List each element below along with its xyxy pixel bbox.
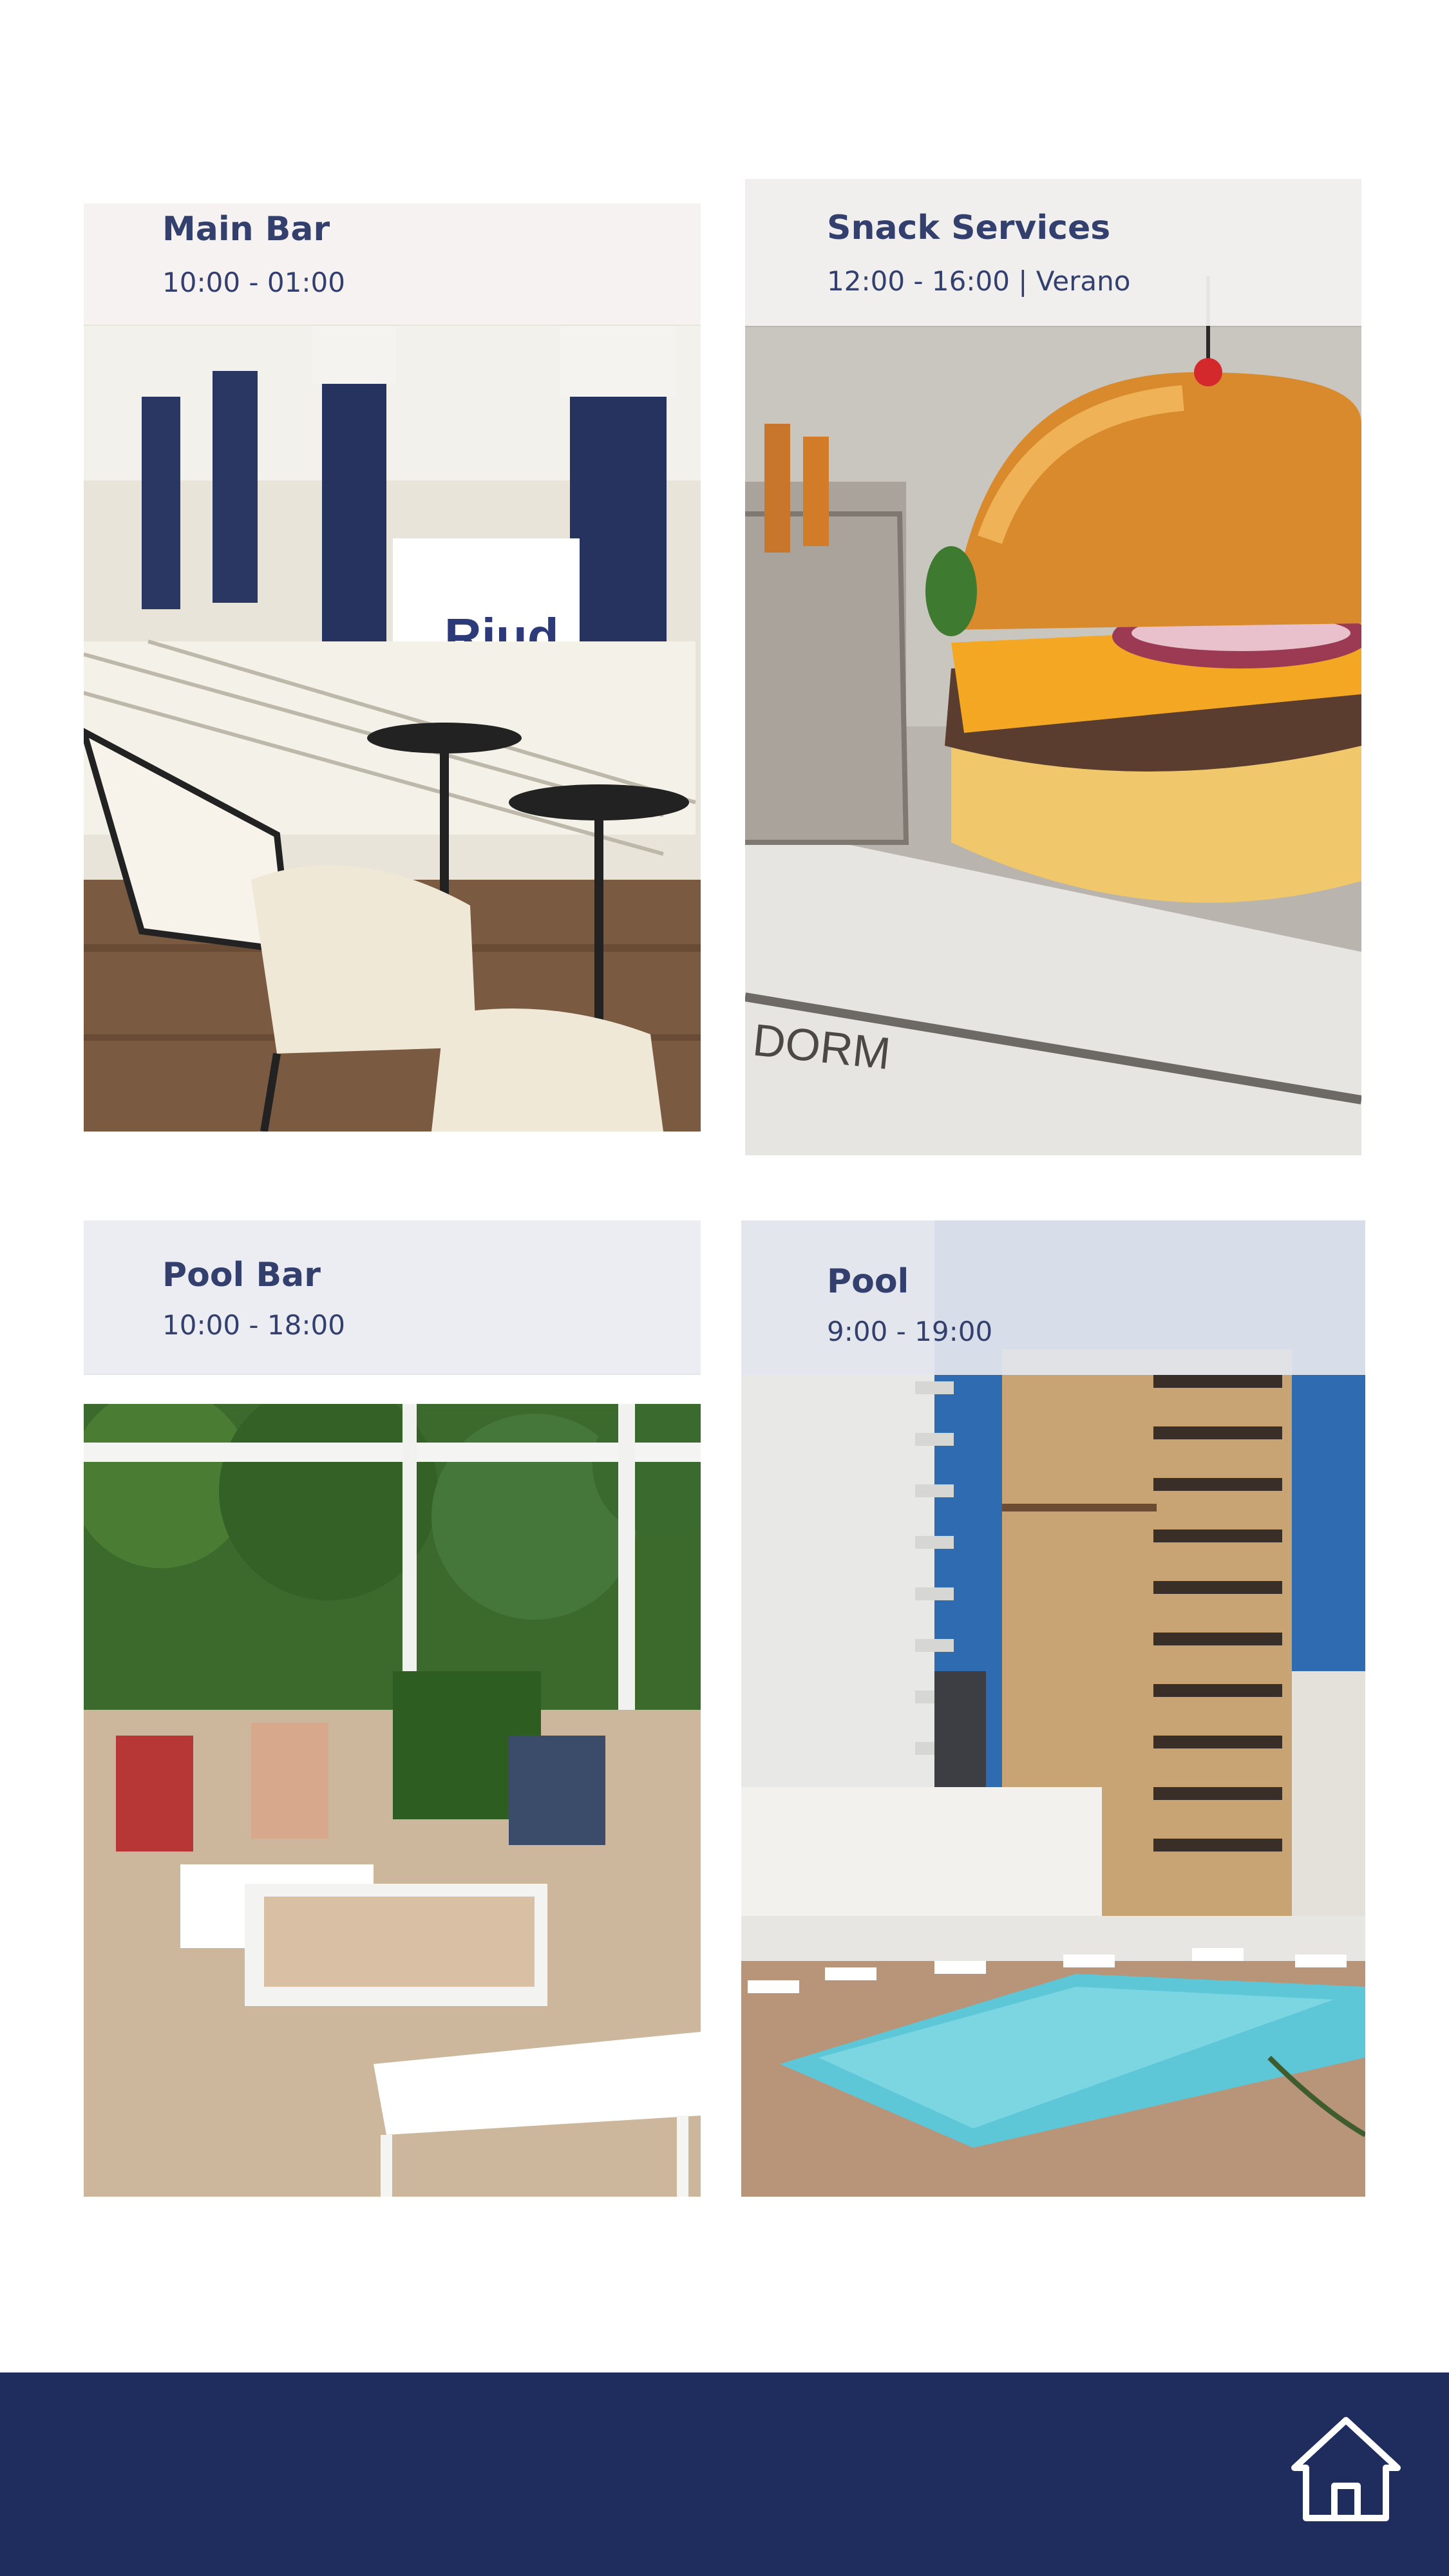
card-title: Pool xyxy=(827,1262,909,1301)
main-bar-card[interactable]: Riud Main Bar 10:00 - 01:00 xyxy=(84,204,701,1132)
card-hours: 12:00 - 16:00 | Verano xyxy=(827,265,1131,297)
footer-bar xyxy=(0,2372,1449,2576)
card-title: Snack Services xyxy=(827,209,1111,247)
pool-caption: Pool 9:00 - 19:00 xyxy=(741,1220,1365,1375)
card-title: Main Bar xyxy=(162,210,330,249)
card-hours: 10:00 - 18:00 xyxy=(162,1309,345,1341)
card-hours: 9:00 - 19:00 xyxy=(827,1316,993,1347)
card-hours: 10:00 - 01:00 xyxy=(162,267,345,298)
pool-bar-card[interactable]: Pool Bar 10:00 - 18:00 xyxy=(84,1220,701,2197)
main-bar-caption: Main Bar 10:00 - 01:00 xyxy=(84,204,701,325)
home-button[interactable] xyxy=(1288,2415,1404,2524)
snack-services-card[interactable]: DORM Snack Services 12:00 - 16:00 | Vera… xyxy=(745,179,1361,1155)
pool-card[interactable]: Pool 9:00 - 19:00 xyxy=(741,1220,1365,2197)
pool-bar-caption: Pool Bar 10:00 - 18:00 xyxy=(84,1220,701,1374)
home-icon xyxy=(1291,2417,1401,2521)
main-bar-photo: Riud xyxy=(84,204,701,1132)
card-title: Pool Bar xyxy=(162,1256,321,1294)
snack-services-caption: Snack Services 12:00 - 16:00 | Verano xyxy=(745,179,1361,326)
